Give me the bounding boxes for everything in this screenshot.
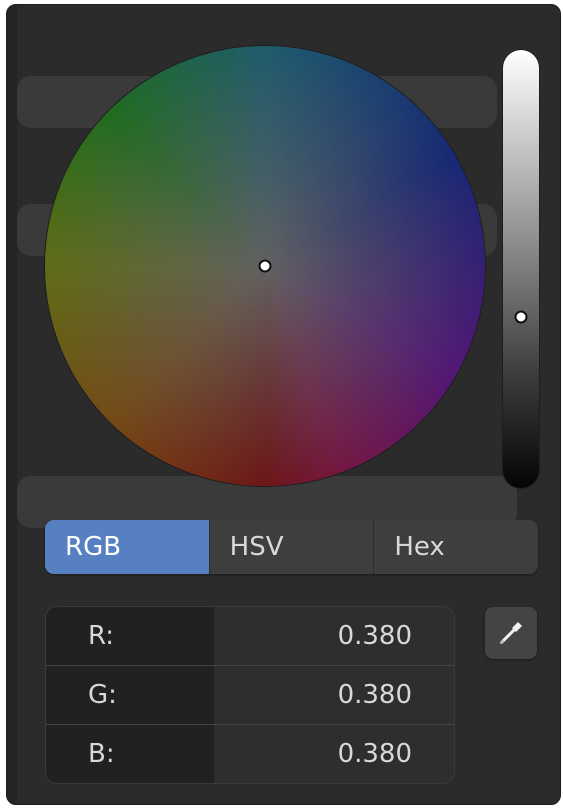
panel-edge	[7, 5, 17, 804]
tab-hex[interactable]: Hex	[374, 520, 538, 574]
field-g-label: G:	[46, 666, 214, 724]
field-b-label: B:	[46, 725, 214, 783]
field-b-value[interactable]: 0.380	[214, 725, 454, 783]
tab-hsv[interactable]: HSV	[210, 520, 375, 574]
color-wheel-cursor[interactable]	[258, 259, 272, 273]
color-mode-tabs: RGB HSV Hex	[45, 520, 538, 574]
eyedropper-button[interactable]	[485, 607, 537, 659]
field-r-label: R:	[46, 607, 214, 665]
field-r[interactable]: R: 0.380	[46, 607, 454, 665]
tab-rgb[interactable]: RGB	[45, 520, 210, 574]
color-wheel[interactable]	[45, 46, 485, 486]
field-r-value[interactable]: 0.380	[214, 607, 454, 665]
rgb-fields: R: 0.380 G: 0.380 B: 0.380	[45, 606, 455, 784]
value-slider-handle[interactable]	[514, 310, 528, 324]
field-g[interactable]: G: 0.380	[46, 665, 454, 724]
field-g-value[interactable]: 0.380	[214, 666, 454, 724]
value-slider[interactable]	[503, 50, 539, 488]
field-b[interactable]: B: 0.380	[46, 724, 454, 783]
eyedropper-icon	[500, 622, 522, 644]
color-picker-popup: RGB HSV Hex R: 0.380 G: 0.380 B: 0.380	[6, 4, 561, 805]
